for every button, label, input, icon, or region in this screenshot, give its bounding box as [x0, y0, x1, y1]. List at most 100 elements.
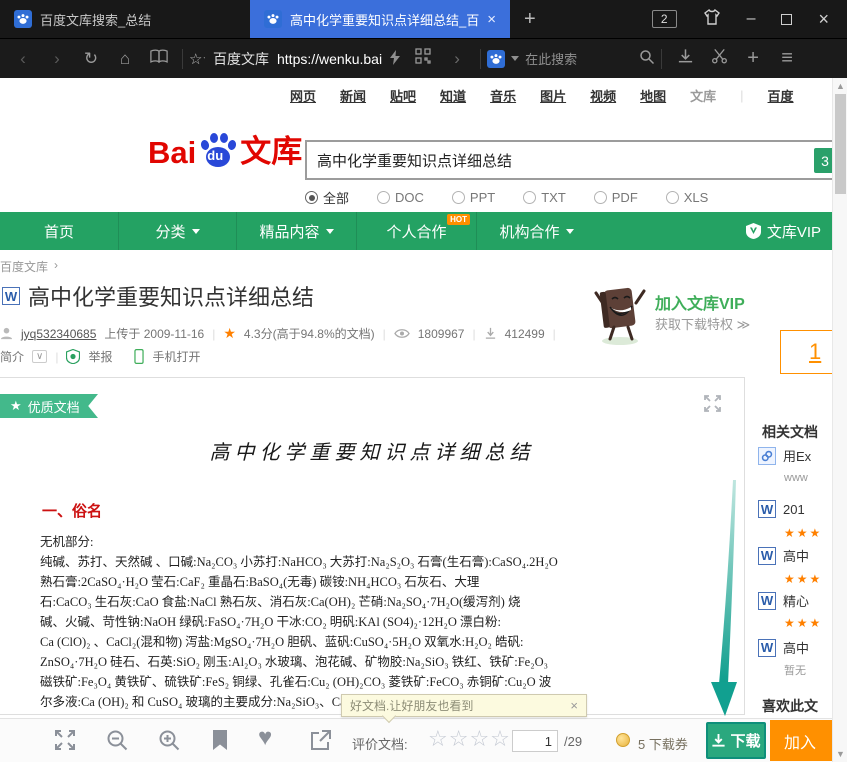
bookmark-icon[interactable]: [212, 729, 228, 756]
radio-icon[interactable]: [377, 191, 390, 204]
minimize-button[interactable]: –: [747, 11, 756, 27]
favorite-star-icon[interactable]: ☆☆☆☆☆: [189, 50, 205, 68]
views-eye-icon: [394, 328, 410, 339]
nav-link[interactable]: 视频: [590, 86, 616, 105]
divider: [480, 49, 481, 69]
radio-icon[interactable]: [666, 191, 679, 204]
intro-expand-button[interactable]: ∨: [32, 350, 47, 363]
nav-link[interactable]: 网页: [290, 86, 316, 105]
open-on-mobile-link[interactable]: 手机打开: [152, 348, 200, 365]
nav-org-coop[interactable]: 机构合作: [476, 212, 596, 250]
add-icon[interactable]: +: [736, 47, 770, 70]
tab-count-badge[interactable]: 2: [652, 10, 677, 28]
nav-link[interactable]: 图片: [540, 86, 566, 105]
intro-label: 简介: [0, 348, 24, 365]
join-vip-link[interactable]: 加入文库VIP: [655, 290, 745, 314]
new-tab-button[interactable]: +: [524, 8, 536, 31]
theme-tshirt-icon[interactable]: [703, 9, 721, 30]
uploader-link[interactable]: jyq532340685: [21, 327, 96, 341]
filter-all[interactable]: 全部: [305, 188, 349, 207]
nav-link[interactable]: 音乐: [490, 86, 516, 105]
link-chain-icon: [758, 447, 776, 465]
search-input[interactable]: [305, 140, 835, 180]
qr-code-icon[interactable]: [406, 48, 440, 69]
forward-button[interactable]: ›: [40, 49, 74, 69]
filter-pdf[interactable]: PDF: [594, 188, 638, 207]
logo-text-wenku: 文库: [240, 126, 302, 171]
scroll-down-icon[interactable]: ▼: [836, 749, 845, 759]
report-link[interactable]: 举报: [88, 348, 112, 365]
nav-premium[interactable]: 精品内容: [236, 212, 356, 250]
star-icon: ★: [223, 325, 236, 342]
nav-link[interactable]: 地图: [640, 86, 666, 105]
related-doc-link[interactable]: W 201: [758, 500, 805, 518]
address-bar[interactable]: ☆☆☆☆☆ 百度文库 https://wenku.bai: [189, 49, 400, 69]
refresh-button[interactable]: ↻: [74, 49, 108, 69]
search-magnifier-icon[interactable]: [639, 49, 655, 68]
maximize-button[interactable]: [781, 14, 792, 25]
report-shield-icon: [66, 349, 80, 364]
zoom-out-icon[interactable]: [106, 729, 129, 757]
page-content: 网页 新闻 贴吧 知道 音乐 图片 视频 地图 文库 | 百度 Bai du 文…: [0, 78, 847, 762]
tab-wenku-search[interactable]: 百度文库搜索_总结: [0, 0, 250, 38]
home-button[interactable]: ⌂: [108, 49, 142, 69]
vip-subtitle[interactable]: 获取下载特权 ≫: [655, 314, 750, 333]
search-placeholder[interactable]: 在此搜索: [525, 49, 633, 68]
quick-search[interactable]: 在此搜索: [487, 49, 655, 68]
nav-personal-coop[interactable]: 个人合作 HOT: [356, 212, 476, 250]
doc-page-title: 高中化学重要知识点详细总结: [0, 436, 744, 465]
radio-icon[interactable]: [523, 191, 536, 204]
radio-icon[interactable]: [594, 191, 607, 204]
wenku-logo[interactable]: Bai du 文库: [148, 126, 302, 171]
scroll-up-icon[interactable]: ▲: [836, 81, 845, 91]
zoom-in-icon[interactable]: [158, 729, 181, 757]
related-doc-link[interactable]: W 高中: [758, 546, 809, 565]
filter-doc[interactable]: DOC: [377, 188, 424, 207]
engine-caret-icon[interactable]: [511, 56, 519, 61]
scrollbar-thumb[interactable]: [835, 94, 846, 194]
menu-hamburger-icon[interactable]: ≡: [770, 47, 804, 70]
nav-link[interactable]: 知道: [440, 86, 466, 105]
close-tab-icon[interactable]: ×: [487, 11, 496, 28]
doc-stars: ★★★: [784, 616, 824, 630]
filter-ppt[interactable]: PPT: [452, 188, 495, 207]
nav-link[interactable]: 新闻: [340, 86, 366, 105]
logo-text-du: du: [207, 148, 223, 163]
window-controls: 2 – ×: [652, 9, 847, 30]
tab-document[interactable]: 高中化学重要知识点详细总结_百度文 ×: [250, 0, 510, 38]
url-text[interactable]: https://wenku.bai: [277, 51, 382, 67]
document-meta-row: jyq532340685 上传于 2009-11-16 | ★ 4.3分(高于9…: [0, 325, 556, 342]
page-scrollbar[interactable]: ▲ ▼: [832, 78, 847, 762]
downloads-icon[interactable]: [668, 48, 702, 69]
fullscreen-icon[interactable]: [54, 729, 76, 756]
nav-category[interactable]: 分类: [118, 212, 236, 250]
share-tooltip: 好文档,让好朋友也看到 ×: [341, 694, 587, 717]
view-count: 1809967: [418, 327, 465, 341]
tooltip-close-icon[interactable]: ×: [570, 698, 578, 713]
related-doc-link[interactable]: W 高中: [758, 638, 809, 657]
share-icon[interactable]: [310, 729, 332, 756]
nav-home[interactable]: 首页: [0, 212, 118, 250]
filter-xls[interactable]: XLS: [666, 188, 709, 207]
page-number-input[interactable]: [512, 730, 558, 752]
related-doc-link[interactable]: W 精心: [758, 591, 809, 610]
radio-icon[interactable]: [305, 191, 318, 204]
breadcrumb-wenku[interactable]: 百度文库: [0, 258, 48, 275]
fullscreen-expand-icon[interactable]: [703, 394, 722, 418]
reading-mode-icon[interactable]: [142, 49, 176, 69]
like-heart-icon[interactable]: ♥: [258, 724, 272, 752]
lightning-icon[interactable]: [390, 50, 400, 68]
radio-icon[interactable]: [452, 191, 465, 204]
download-button[interactable]: 下载: [706, 722, 766, 759]
nav-link[interactable]: 贴吧: [390, 86, 416, 105]
related-doc-link[interactable]: 用Ex: [758, 446, 811, 465]
expand-chevron-icon[interactable]: ›: [440, 49, 474, 69]
screenshot-scissors-icon[interactable]: [702, 48, 736, 69]
back-button[interactable]: ‹: [6, 49, 40, 69]
nav-link-partial[interactable]: 百度: [768, 86, 794, 105]
join-vip-button[interactable]: 加入: [770, 720, 832, 761]
upload-date: 上传于 2009-11-16: [104, 325, 204, 342]
filter-txt[interactable]: TXT: [523, 188, 566, 207]
close-window-button[interactable]: ×: [818, 10, 829, 28]
word-doc-icon: W: [758, 639, 776, 657]
